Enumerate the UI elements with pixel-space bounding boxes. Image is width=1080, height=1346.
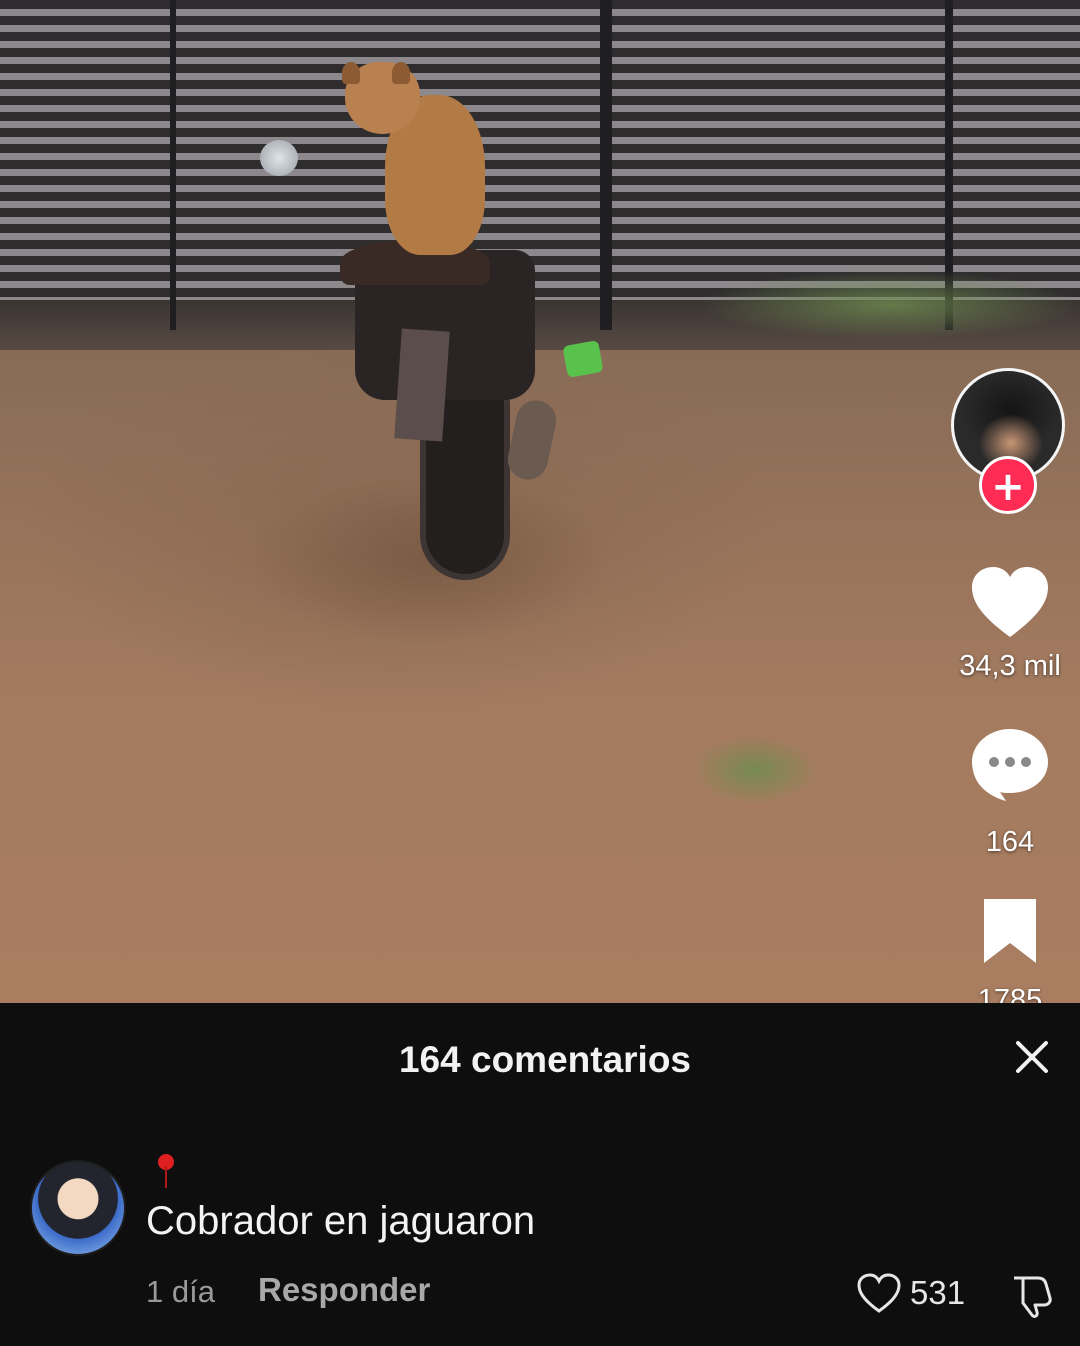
reply-button[interactable]: Responder — [258, 1271, 430, 1309]
green-object — [562, 340, 604, 378]
comments-panel: 164 comentarios Cobrador en jaguaron 1 d… — [0, 1003, 1080, 1346]
commenter-avatar[interactable] — [30, 1160, 126, 1256]
comments-title: 164 comentarios — [398, 1039, 692, 1080]
motorcycle-exhaust — [504, 396, 560, 484]
heart-icon[interactable] — [970, 565, 1050, 639]
follow-button[interactable]: + — [979, 456, 1037, 514]
dog-ear — [342, 62, 360, 84]
gate-post — [600, 0, 612, 330]
comment-timestamp: 1 día — [146, 1274, 215, 1309]
motorcycle-mirror — [260, 140, 298, 176]
motorcycle-plate — [394, 328, 450, 442]
location-pin-icon — [158, 1154, 174, 1188]
comment-like-count: 531 — [910, 1274, 966, 1311]
dislike-icon[interactable] — [1008, 1272, 1054, 1318]
bookmark-icon[interactable] — [980, 897, 1040, 965]
dog-ear — [392, 62, 410, 84]
heart-outline-icon — [857, 1273, 901, 1313]
comment-bubble-icon[interactable] — [970, 727, 1050, 803]
comment-count: 164 — [985, 826, 1035, 858]
comment-text: Cobrador en jaguaron — [146, 1199, 536, 1243]
video-player[interactable] — [0, 0, 1080, 1003]
like-count: 34,3 mil — [959, 650, 1061, 682]
grass-patch — [700, 270, 1080, 340]
grass-patch — [690, 735, 820, 805]
gate-post — [170, 0, 176, 330]
comment-like-button[interactable]: 531 — [856, 1271, 965, 1315]
save-count: 1785 — [977, 984, 1043, 1003]
plus-icon: + — [991, 464, 1025, 510]
close-icon[interactable] — [1010, 1035, 1054, 1079]
